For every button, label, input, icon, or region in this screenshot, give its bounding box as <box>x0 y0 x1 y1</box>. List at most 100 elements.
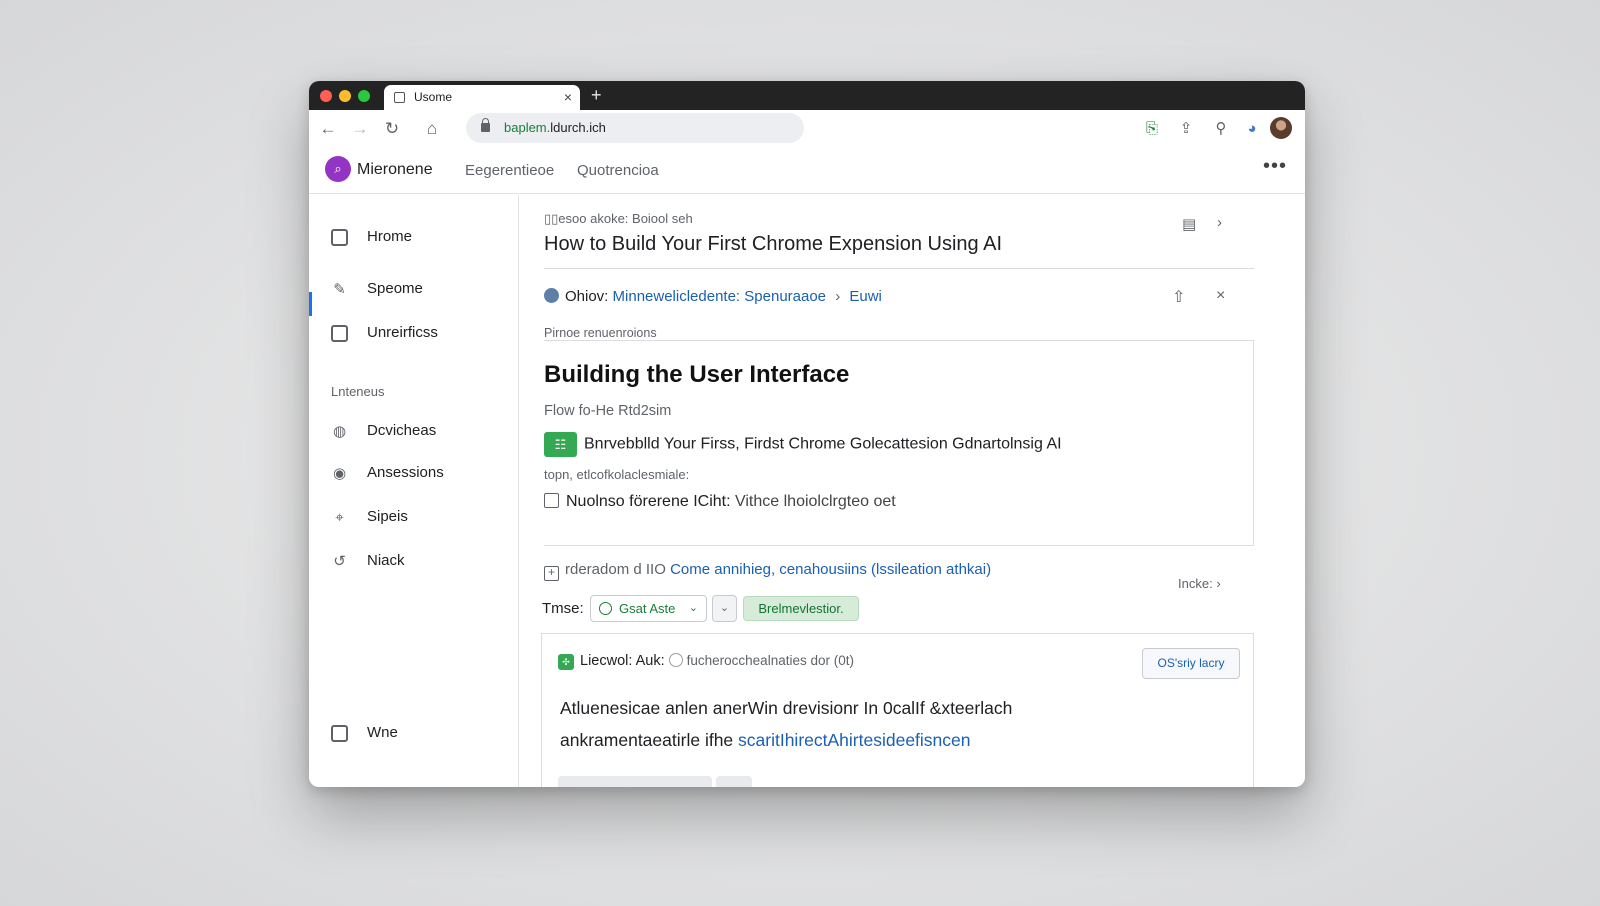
dropdown-toggle[interactable]: ⌄ <box>712 595 737 622</box>
sidebar-item-label: Hrome <box>367 228 413 245</box>
account-sync-icon[interactable]: ◕ <box>1241 118 1263 140</box>
nav-link-2[interactable]: Quotrencioa <box>577 162 659 179</box>
chevron-right-icon: › <box>835 288 841 305</box>
result-title: Liecwol: Auk: <box>580 653 665 669</box>
result-status: fucherocchealnaties dor (0t) <box>686 653 854 668</box>
expand-prefix: rderadom d IIO <box>565 561 666 578</box>
more-options-icon[interactable]: ••• <box>1263 155 1287 178</box>
bookmark-icon[interactable]: ▤ <box>1182 215 1196 233</box>
chat-icon: ⌖ <box>335 509 344 526</box>
browser-window: Usome × + ← → ↻ ⌂ baplem.ldurch.ich ⎘ ⇪ … <box>309 81 1305 787</box>
sidebar-item-dcvicheas[interactable]: ◍ Dcvicheas <box>329 417 509 445</box>
breadcrumb[interactable]: ▯▯esoo akoke: Boiool seh <box>544 211 693 227</box>
section-caption: Pirnoe renuenroions <box>544 326 657 340</box>
close-window-button[interactable] <box>320 90 332 102</box>
meta-prefix: Ohiov: <box>565 288 609 305</box>
checkbox-label: Nuolnso förerene ICiht: <box>566 493 731 510</box>
lock-icon <box>481 118 490 132</box>
meta-link-3[interactable]: Euwi <box>849 288 882 305</box>
active-indicator <box>309 292 312 316</box>
check-circle-icon <box>599 602 612 615</box>
browser-tab[interactable]: Usome × <box>384 85 580 110</box>
sidebar-item-label: Ansessions <box>367 464 444 481</box>
sidebar-item-label: Dcvicheas <box>367 422 437 439</box>
sidebar-item-home[interactable]: Hrome <box>329 223 509 251</box>
sidebar-item-label: Wne <box>367 724 398 741</box>
minimize-window-button[interactable] <box>339 90 351 102</box>
inspect-link[interactable]: Incke: › <box>1178 576 1221 591</box>
meta-row: Ohiov: Minnewelicledente: Spenuraaoe › E… <box>544 288 882 305</box>
footer-control[interactable] <box>558 776 712 787</box>
section-heading: Building the User Interface <box>544 361 850 388</box>
checkbox[interactable] <box>544 493 559 508</box>
meta-link-2[interactable]: Spenuraaoe <box>744 288 826 305</box>
sidebar-item-label: Unreirficss <box>367 324 438 341</box>
title-bar: Usome × + <box>309 81 1305 110</box>
page-icon <box>394 92 405 103</box>
content-caption: topn, etlcofkolaclesmiale: <box>544 467 690 482</box>
expand-link[interactable]: Come annihieg, cenahousiins (lssileation… <box>670 561 991 578</box>
nav-link-1[interactable]: Eegerentieoe <box>465 162 554 179</box>
meta-link-1[interactable]: Minnewelicledente: <box>613 288 741 305</box>
sidebar-item-niack[interactable]: ↺ Niack <box>329 547 509 575</box>
grammarly-icon: ◉ <box>332 465 347 482</box>
content-line-text: Bnrvebblld Your Firss, Firdst Chrome Gol… <box>584 435 1062 453</box>
address-bar[interactable]: baplem.ldurch.ich <box>466 113 804 143</box>
home-icon[interactable]: ⌂ <box>419 116 445 142</box>
app-icon: ✣ <box>558 654 574 670</box>
sidebar-item-label: Sipeis <box>367 508 408 525</box>
maximize-window-button[interactable] <box>358 90 370 102</box>
result-text-line-2: ankramentaeatirle ifhe scaritIhirectAhir… <box>560 730 971 751</box>
close-icon[interactable]: × <box>1216 287 1225 305</box>
globe-icon: ◍ <box>332 423 347 440</box>
expand-row[interactable]: + rderadom d IIO Come annihieg, cenahousi… <box>544 561 991 581</box>
source-icon <box>544 288 559 303</box>
sidebar-item-wne[interactable]: Wne <box>329 719 509 747</box>
checkbox-detail: Vithce lhoiolclrgteo oet <box>734 493 896 510</box>
type-label: Tmse: <box>542 600 584 617</box>
sidebar-item-sipeis[interactable]: ⌖ Sipeis <box>329 503 509 531</box>
share-icon[interactable]: ⇪ <box>1175 118 1197 140</box>
footer-control-small[interactable] <box>716 776 752 787</box>
checkbox-row[interactable]: Nuolnso förerene ICiht: Vithce lhoiolclr… <box>544 493 896 511</box>
chevron-down-icon: ⌄ <box>719 602 730 614</box>
sidebar-section-label: Lnteneus <box>331 384 385 399</box>
type-select-value: Gsat Aste <box>619 601 676 616</box>
sidebar-item-label: Niack <box>367 552 405 569</box>
brand-logo-icon[interactable]: ⌕ <box>325 156 351 182</box>
profile-icon <box>331 725 348 742</box>
section-subheading: Flow fo-He Rtd2sim <box>544 403 672 419</box>
tab-close-icon[interactable]: × <box>564 85 572 110</box>
divider <box>544 268 1254 269</box>
reload-icon[interactable]: ↻ <box>379 116 405 142</box>
new-tab-icon[interactable]: + <box>591 84 602 106</box>
edit-icon: ✎ <box>333 281 346 298</box>
result-link[interactable]: scaritIhirectAhirtesideefisncen <box>738 730 970 750</box>
brand-name[interactable]: Mieronene <box>357 161 433 179</box>
square-icon <box>331 325 348 342</box>
content-line: ☷ Bnrvebblld Your Firss, Firdst Chrome Go… <box>544 432 1062 457</box>
pin-icon[interactable]: ⚲ <box>1210 118 1232 140</box>
share-icon[interactable]: ⇧ <box>1172 287 1185 307</box>
result-action-button[interactable]: OS'sriy lacry <box>1142 648 1240 679</box>
app-header: ⌕ Mieronene Eegerentieoe Quotrencioa ••• <box>309 148 1305 194</box>
refresh-icon: ↺ <box>333 553 346 570</box>
result-text-line-1: Atluenesicae anlen anerWin drevisionr In… <box>560 698 1013 718</box>
back-arrow-icon[interactable]: ← <box>315 116 341 142</box>
url-path: ldurch.ich <box>550 120 606 135</box>
expand-icon[interactable]: + <box>544 566 559 581</box>
extension-icon[interactable]: ⎘ <box>1141 118 1163 140</box>
calendar-icon <box>331 229 348 246</box>
type-select[interactable]: Gsat Aste ⌄ <box>590 595 707 622</box>
url-domain: baplem. <box>504 120 551 135</box>
forward-arrow-icon[interactable]: → <box>347 116 373 142</box>
sidebar: Hrome ✎ Speome Unreirficss Lnteneus ◍ Dc… <box>309 195 519 787</box>
sidebar-item-label: Speome <box>367 280 423 297</box>
chevron-right-icon[interactable]: › <box>1217 214 1222 231</box>
sidebar-item-ansessions[interactable]: ◉ Ansessions <box>329 459 509 487</box>
sidebar-item-unreirficss[interactable]: Unreirficss <box>329 319 509 347</box>
sidebar-item-speome[interactable]: ✎ Speome <box>329 275 509 303</box>
status-badge[interactable]: Brelmevlestior. <box>743 596 859 621</box>
avatar[interactable] <box>1270 117 1292 139</box>
result-card: ✣ Liecwol: Auk: fucherocchealnaties dor (… <box>541 633 1254 787</box>
